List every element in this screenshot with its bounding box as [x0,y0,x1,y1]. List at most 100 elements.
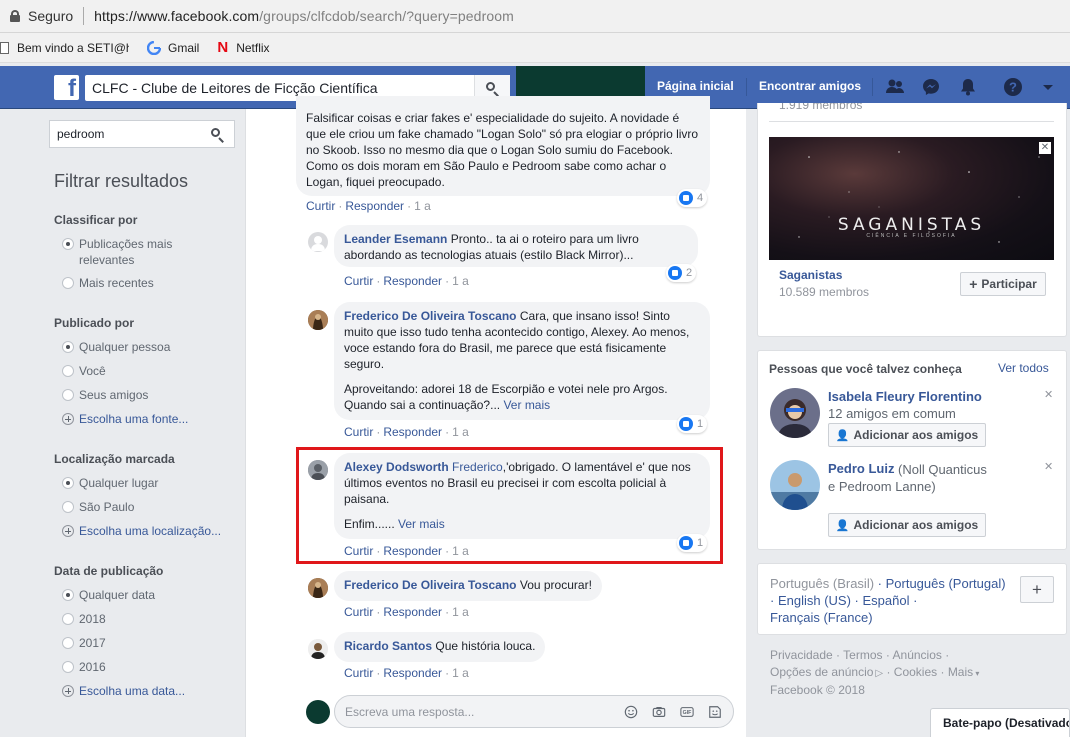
radio[interactable] [62,389,74,401]
date-any[interactable]: Qualquer data [62,587,155,603]
language-link[interactable]: English (US) [778,593,851,608]
choose-date-link[interactable]: Escolha uma data... [62,683,185,699]
radio-selected[interactable] [62,341,74,353]
comment-time[interactable]: 1 a [452,605,469,619]
facebook-logo-icon[interactable]: f [54,75,79,101]
avatar[interactable] [308,578,328,598]
radio[interactable] [62,637,74,649]
choose-location-link[interactable]: Escolha uma localização... [62,523,221,539]
gif-icon[interactable]: GIF [679,705,695,719]
comment-author-link[interactable]: Leander Esemann [344,232,447,246]
like-link[interactable]: Curtir [306,199,335,213]
like-link[interactable]: Curtir [344,425,373,439]
suggestion-name-link[interactable]: Pedro Luiz [828,461,894,476]
add-friend-button[interactable]: 👤 Adicionar aos amigos [828,423,986,447]
add-friend-button[interactable]: 👤 Adicionar aos amigos [828,513,986,537]
avatar[interactable] [770,460,820,510]
comment-time[interactable]: 1 a [452,666,469,680]
bookmark-label: Netflix [236,40,270,55]
avatar[interactable] [770,388,820,438]
reply-link[interactable]: Responder [383,666,442,680]
comment-actions: Curtir · Responder · 1 a [344,666,469,680]
radio[interactable] [62,661,74,673]
close-icon[interactable]: ✕ [1044,388,1053,401]
group-name-link[interactable]: Saganistas [779,268,842,282]
sort-option-relevant[interactable]: Publicações mais relevantes [62,236,192,268]
location-sao-paulo[interactable]: São Paulo [62,499,134,515]
comment-author-link[interactable]: Frederico De Oliveira Toscano [344,309,517,323]
add-language-plus-icon[interactable]: + [1020,576,1054,603]
radio[interactable] [62,613,74,625]
url-text[interactable]: https://www.facebook.com/groups/clfcdob/… [94,8,514,24]
search-icon[interactable] [211,128,224,141]
see-all-link[interactable]: Ver todos [998,361,1049,375]
language-link[interactable]: Français (France) [770,610,873,625]
suggestion-name-link[interactable]: Isabela Fleury Florentino [828,389,982,404]
camera-icon[interactable] [651,705,667,719]
posted-by-anyone[interactable]: Qualquer pessoa [62,339,170,355]
reply-input[interactable]: Escreva uma resposta... GIF [334,695,734,728]
messenger-icon[interactable] [921,77,941,97]
notifications-bell-icon[interactable] [958,77,978,97]
sticker-icon[interactable] [707,705,723,719]
footer-link[interactable]: Anúncios [893,648,942,662]
footer-link[interactable]: Privacidade [770,648,833,662]
nav-find-friends-link[interactable]: Encontrar amigos [759,79,861,93]
radio-selected[interactable] [62,477,74,489]
date-2016[interactable]: 2016 [62,659,106,675]
avatar[interactable] [308,310,328,330]
reaction-count[interactable]: 1 [677,415,708,433]
reply-link[interactable]: Responder [383,605,442,619]
reply-link[interactable]: Responder [345,199,404,213]
posted-by-friends[interactable]: Seus amigos [62,387,148,403]
help-icon[interactable]: ? [1003,77,1023,97]
radio[interactable] [62,365,74,377]
radio[interactable] [62,277,74,289]
close-icon[interactable]: ✕ [1039,142,1051,154]
reaction-count[interactable]: 2 [666,264,697,282]
comment-time[interactable]: 1 a [452,425,469,439]
emoji-icon[interactable] [623,705,639,719]
comment-author-link[interactable]: Ricardo Santos [344,639,432,653]
like-link[interactable]: Curtir [344,605,373,619]
radio-selected[interactable] [62,589,74,601]
footer-link[interactable]: Mais [948,665,973,679]
posted-by-you[interactable]: Você [62,363,106,379]
reaction-count[interactable]: 4 [677,189,708,207]
close-icon[interactable]: ✕ [1044,460,1053,473]
footer-link[interactable]: Termos [843,648,882,662]
reply-link[interactable]: Responder [383,274,442,288]
location-anywhere[interactable]: Qualquer lugar [62,475,158,491]
friend-requests-icon[interactable] [885,77,905,97]
chat-tab[interactable]: Bate-papo (Desativado) [930,708,1070,737]
account-menu-chevron-down-icon[interactable] [1040,79,1056,95]
comment-author-link[interactable]: Frederico De Oliveira Toscano [344,578,517,592]
date-2017[interactable]: 2017 [62,635,106,651]
avatar[interactable] [308,232,328,252]
bookmark-seti[interactable]: Bem vindo a SETI@h [0,41,129,55]
like-link[interactable]: Curtir [344,274,373,288]
bookmark-gmail[interactable]: Gmail [147,40,199,55]
comment-time[interactable]: 1 a [414,199,431,213]
browser-address-bar[interactable]: Seguro https://www.facebook.com/groups/c… [0,0,1070,33]
nav-home-link[interactable]: Página inicial [657,79,734,93]
footer-link[interactable]: Cookies [894,665,937,679]
radio-selected[interactable] [62,238,74,250]
reply-link[interactable]: Responder [383,425,442,439]
choose-source-link[interactable]: Escolha uma fonte... [62,411,188,427]
avatar[interactable] [308,639,328,659]
group-cover-image[interactable]: SAGANISTAS CIÊNCIA E FILOSOFIA ✕ [769,137,1054,260]
language-link[interactable]: Português (Portugal) [886,576,1006,591]
footer-link[interactable]: Opções de anúncio [770,665,873,679]
like-link[interactable]: Curtir [344,666,373,680]
comment-time[interactable]: 1 a [452,274,469,288]
group-search-input[interactable]: pedroom [49,120,235,148]
date-2018[interactable]: 2018 [62,611,106,627]
language-link[interactable]: Español [862,593,909,608]
mutual-friends[interactable]: 12 amigos em comum [828,405,956,422]
bookmark-netflix[interactable]: N Netflix [217,39,269,56]
see-more-link[interactable]: Ver mais [503,398,550,412]
join-group-button[interactable]: + Participar [960,272,1046,296]
sort-option-recent[interactable]: Mais recentes [62,275,154,291]
radio[interactable] [62,501,74,513]
